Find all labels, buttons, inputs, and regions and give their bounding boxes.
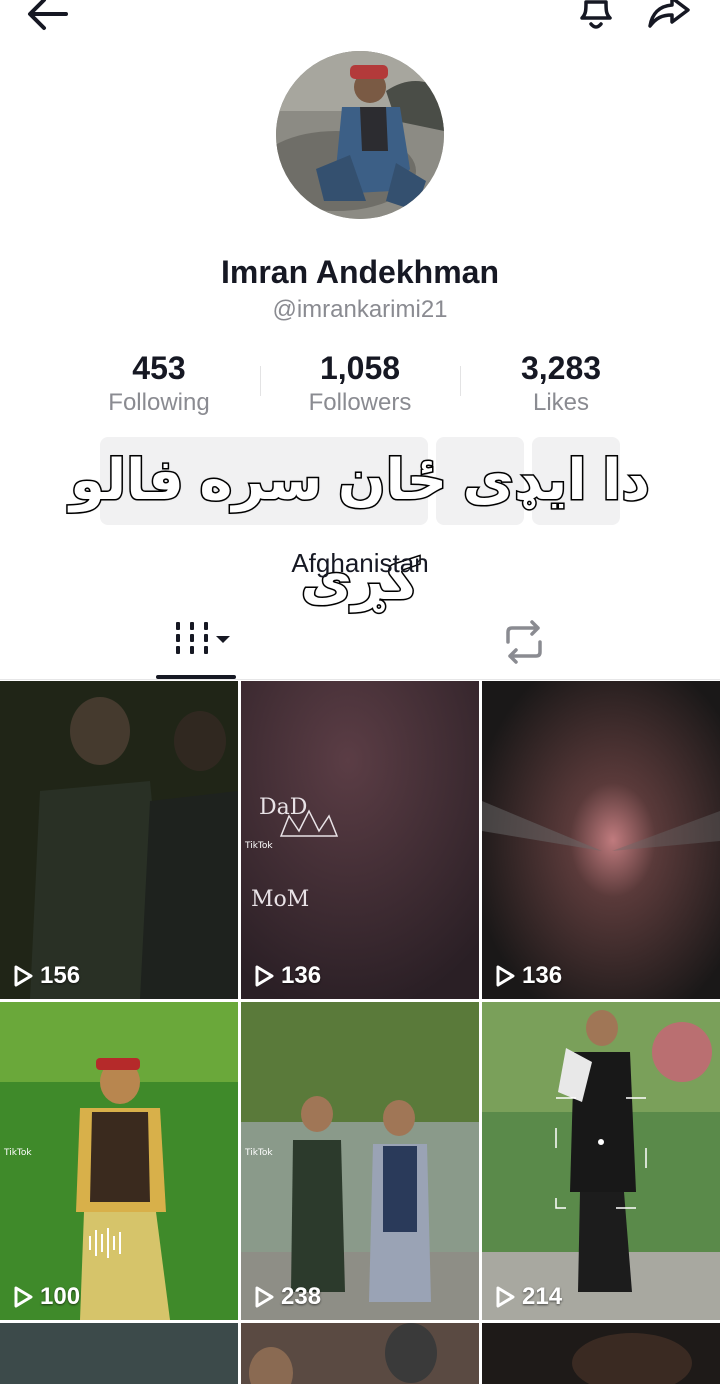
- stat-following[interactable]: 453 Following: [59, 348, 259, 418]
- video-thumbnail[interactable]: TikTok 100: [0, 1002, 238, 1320]
- back-arrow-icon: [28, 0, 68, 30]
- username[interactable]: @imrankarimi21: [0, 296, 720, 324]
- play-icon: [496, 1286, 515, 1308]
- tiktok-watermark: TikTok: [4, 1148, 32, 1158]
- stat-likes[interactable]: 3,283 Likes: [461, 348, 661, 418]
- following-label: Following: [108, 389, 210, 416]
- content-tabs: [0, 600, 720, 680]
- view-count-value: 214: [522, 1283, 563, 1310]
- thumbnail-image: [482, 681, 720, 999]
- video-caption: DaD: [259, 795, 308, 820]
- active-tab-indicator: [156, 675, 236, 679]
- view-count-value: 100: [40, 1283, 81, 1310]
- play-icon: [255, 965, 274, 987]
- play-icon: [14, 965, 33, 987]
- video-thumbnail[interactable]: [241, 1323, 479, 1384]
- likes-label: Likes: [532, 389, 590, 416]
- share-icon: [648, 0, 690, 28]
- view-count-value: 238: [281, 1283, 322, 1310]
- thumbnail-image: [241, 681, 479, 999]
- thumbnail-image: [482, 1002, 720, 1320]
- play-icon: [14, 1286, 33, 1308]
- profile-stats: 453 Following 1,058 Followers 3,283 Like…: [0, 348, 720, 420]
- bell-icon: [580, 0, 612, 29]
- share-button[interactable]: [644, 0, 694, 36]
- view-count: 156: [12, 961, 80, 991]
- stat-followers[interactable]: 1,058 Followers: [260, 348, 460, 418]
- video-thumbnail[interactable]: 136: [482, 681, 720, 999]
- view-count: 136: [494, 961, 562, 991]
- video-thumbnail[interactable]: [0, 1323, 238, 1384]
- thumbnail-image: [0, 1002, 238, 1320]
- play-icon: [255, 1286, 274, 1308]
- video-thumbnail[interactable]: 214: [482, 1002, 720, 1320]
- display-name: Imran Andekhman: [221, 254, 499, 290]
- followers-count: 1,058: [319, 350, 401, 386]
- thumbnail-image: [0, 1323, 238, 1384]
- view-count: 100: [12, 1282, 80, 1312]
- view-count: 214: [494, 1282, 562, 1312]
- avatar[interactable]: [276, 51, 444, 219]
- view-count: 136: [253, 961, 321, 991]
- tiktok-watermark: TikTok: [245, 841, 273, 851]
- view-count-value: 156: [40, 962, 81, 989]
- video-caption: MoM: [251, 887, 310, 912]
- video-thumbnail[interactable]: TikTok 238: [241, 1002, 479, 1320]
- view-count: 238: [253, 1282, 321, 1312]
- video-grid: 156 DaD MoM TikTok 136 136 TikTok 100 Ti…: [0, 681, 720, 1384]
- tab-videos[interactable]: [156, 610, 236, 670]
- thumbnail-image: [0, 681, 238, 999]
- bio-location: Afghanistan: [291, 548, 429, 578]
- likes-count: 3,283: [520, 350, 602, 386]
- repost-icon: [506, 620, 542, 664]
- thumbnail-image: [482, 1323, 720, 1384]
- notification-bell-button[interactable]: [574, 0, 618, 36]
- following-count: 453: [132, 350, 186, 386]
- video-thumbnail[interactable]: [482, 1323, 720, 1384]
- top-bar: [0, 0, 720, 40]
- video-thumbnail[interactable]: 156: [0, 681, 238, 999]
- tab-reposts[interactable]: [496, 614, 552, 670]
- caption-overlay: دا ایډی ځان سره فالو کړی: [68, 447, 651, 613]
- back-button[interactable]: [24, 0, 72, 34]
- view-count-value: 136: [522, 962, 563, 989]
- followers-label: Followers: [308, 389, 412, 416]
- grid-icon: [176, 622, 230, 654]
- thumbnail-image: [241, 1323, 479, 1384]
- tiktok-watermark: TikTok: [245, 1148, 273, 1158]
- avatar-photo: [276, 51, 444, 219]
- thumbnail-image: [241, 1002, 479, 1320]
- play-icon: [496, 965, 515, 987]
- view-count-value: 136: [281, 962, 322, 989]
- video-thumbnail[interactable]: DaD MoM TikTok 136: [241, 681, 479, 999]
